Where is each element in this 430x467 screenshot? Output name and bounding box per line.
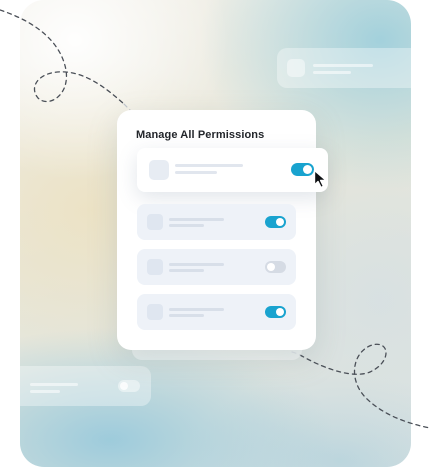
permission-toggle[interactable] [265, 306, 286, 318]
ghost-toggle [118, 380, 140, 392]
permission-thumbnail [147, 214, 163, 230]
ghost-card-thumbnail [287, 59, 305, 77]
permissions-card-title: Manage All Permissions [136, 129, 265, 141]
ghost-card-line [313, 64, 373, 67]
permission-row[interactable] [137, 148, 328, 192]
permission-label-placeholder [175, 164, 243, 167]
permission-sublabel-placeholder [169, 314, 204, 317]
permission-sublabel-placeholder [169, 224, 204, 227]
permission-sublabel-placeholder [175, 171, 217, 174]
permission-thumbnail [147, 304, 163, 320]
ghost-card-line [313, 71, 351, 74]
toggle-knob [303, 165, 312, 174]
permissions-card: Manage All Permissions [117, 110, 328, 350]
illustration-stage: Manage All Permissions [0, 0, 430, 467]
mouse-pointer-icon [313, 169, 327, 189]
permission-toggle[interactable] [265, 261, 286, 273]
permission-row[interactable] [137, 294, 296, 330]
ghost-card-top-right [277, 48, 411, 88]
permission-sublabel-placeholder [169, 269, 204, 272]
permission-row[interactable] [137, 204, 296, 240]
toggle-knob [276, 218, 284, 226]
permission-row[interactable] [137, 249, 296, 285]
ghost-card-bottom-left [20, 366, 151, 406]
permission-label-placeholder [169, 308, 224, 311]
permission-thumbnail [147, 259, 163, 275]
permission-label-placeholder [169, 218, 224, 221]
permission-label-placeholder [169, 263, 224, 266]
toggle-knob [276, 308, 284, 316]
ghost-card-line [30, 383, 78, 386]
permission-toggle[interactable] [291, 163, 314, 176]
permission-toggle[interactable] [265, 216, 286, 228]
toggle-knob [267, 263, 275, 271]
permission-thumbnail [149, 160, 169, 180]
ghost-card-line [30, 390, 60, 393]
